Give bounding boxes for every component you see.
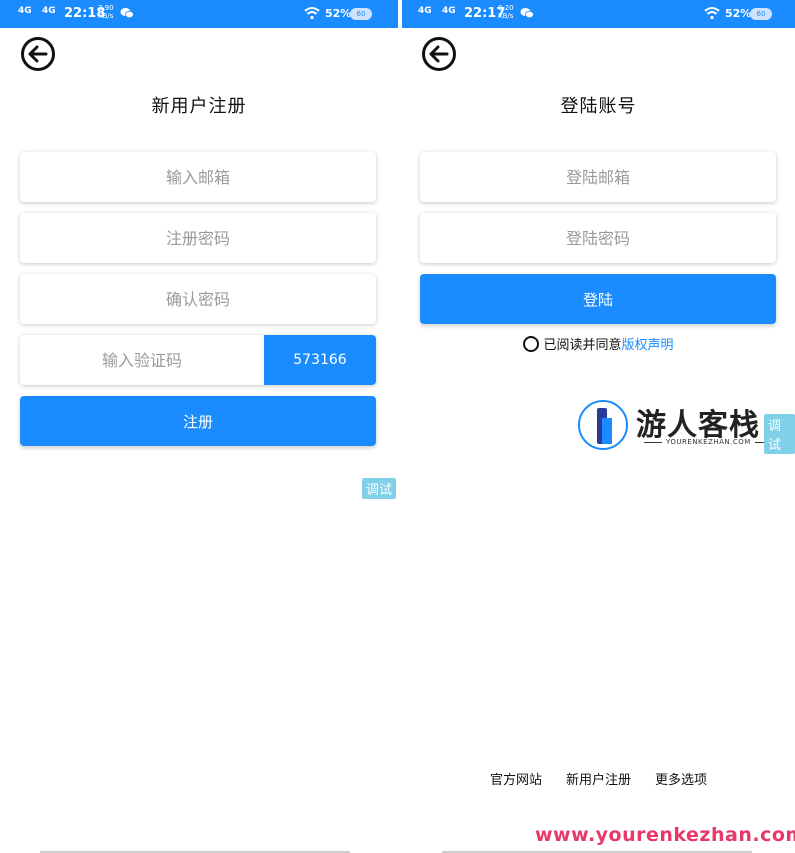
network-speed: 0.20 KB/s xyxy=(498,4,514,20)
battery-icon: 60 xyxy=(750,8,772,20)
signal-2: 4G xyxy=(42,6,56,16)
watermark-sub: YOURENKEZHAN.COM xyxy=(640,438,777,446)
page-title: 新用户注册 xyxy=(151,96,247,117)
login-screen: 4G 4G 22:17 0.20 KB/s 52% 60 登陆账号 登陆 已阅读… xyxy=(402,0,795,853)
wechat-icon xyxy=(120,8,134,19)
agreement-radio[interactable] xyxy=(523,335,540,352)
email-input[interactable] xyxy=(20,152,376,202)
captcha-code[interactable]: 573166 xyxy=(264,335,376,385)
password-field[interactable] xyxy=(20,213,376,263)
confirm-password-field[interactable] xyxy=(20,274,376,324)
watermark-url: www.yourenkezhan.com xyxy=(535,824,795,846)
debug-button[interactable]: 调试 xyxy=(764,414,795,454)
confirm-password-input[interactable] xyxy=(20,274,376,324)
new-user-register-link[interactable]: 新用户注册 xyxy=(566,769,631,788)
status-bar: 4G 4G 22:18 3.90 KB/s 52% 60 xyxy=(0,0,398,28)
arrow-left-icon xyxy=(28,45,48,63)
back-button[interactable] xyxy=(21,37,55,71)
wifi-icon xyxy=(704,7,720,20)
debug-button[interactable]: 调试 xyxy=(362,478,397,499)
signal-2: 4G xyxy=(442,6,456,16)
more-options-link[interactable]: 更多选项 xyxy=(655,769,707,788)
signal-1: 4G xyxy=(418,6,432,16)
login-email-field[interactable] xyxy=(420,152,776,202)
battery-percent: 52% xyxy=(725,7,752,20)
password-input[interactable] xyxy=(20,213,376,263)
arrow-left-icon xyxy=(429,45,449,63)
verification-code-input[interactable] xyxy=(20,335,264,385)
wifi-icon xyxy=(304,7,320,20)
back-button[interactable] xyxy=(422,37,456,71)
copyright-link[interactable]: 版权声明 xyxy=(622,334,674,353)
email-field[interactable] xyxy=(20,152,376,202)
battery-icon: 60 xyxy=(350,8,372,20)
register-screen: 4G 4G 22:18 3.90 KB/s 52% 60 新用户注册 57316… xyxy=(0,0,398,853)
battery-percent: 52% xyxy=(325,7,352,20)
login-button[interactable]: 登陆 xyxy=(420,274,776,324)
watermark-logo-icon xyxy=(578,400,628,450)
verification-row: 573166 xyxy=(20,335,376,385)
login-password-input[interactable] xyxy=(420,213,776,263)
status-bar: 4G 4G 22:17 0.20 KB/s 52% 60 xyxy=(402,0,795,28)
official-site-link[interactable]: 官方网站 xyxy=(490,769,542,788)
bottom-links: 官方网站 新用户注册 更多选项 xyxy=(402,769,795,788)
agreement-row: 已阅读并同意 版权声明 xyxy=(402,334,795,353)
signal-1: 4G xyxy=(18,6,32,16)
agreement-text: 已阅读并同意 xyxy=(543,338,622,353)
login-password-field[interactable] xyxy=(420,213,776,263)
watermark-logo: 游人客栈 YOURENKEZHAN.COM xyxy=(578,398,795,454)
page-title: 登陆账号 xyxy=(560,96,637,117)
network-speed: 3.90 KB/s xyxy=(98,4,114,20)
login-email-input[interactable] xyxy=(420,152,776,202)
wechat-icon xyxy=(520,8,534,19)
register-button[interactable]: 注册 xyxy=(20,396,376,446)
